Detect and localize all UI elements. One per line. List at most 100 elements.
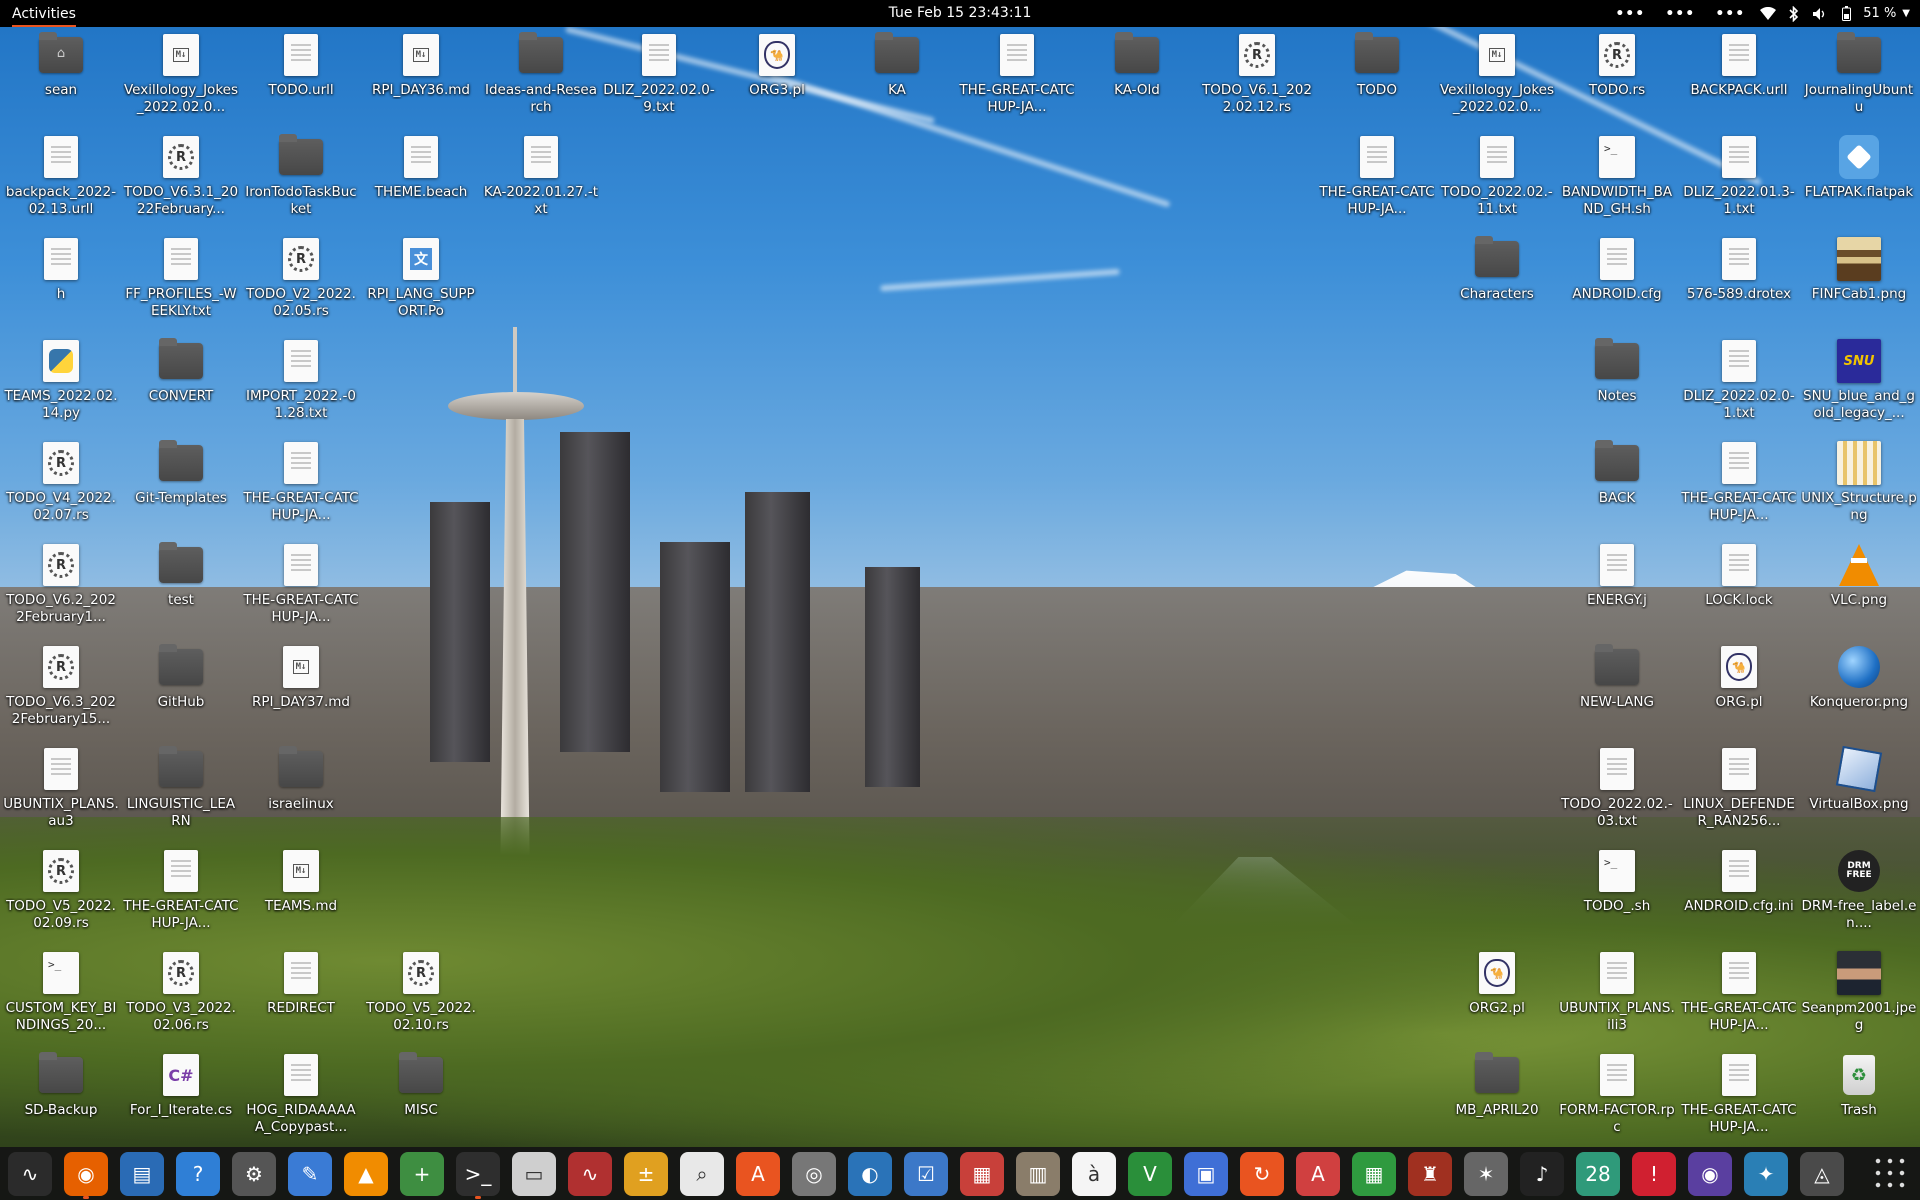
desktop-icon[interactable]: DRM FREE DRM-free_label.en.... (1800, 848, 1918, 948)
desktop-icon[interactable]: FLATPAK.flatpak (1800, 134, 1918, 234)
desktop-icon[interactable]: R TODO_V6.1_2022.02.12.rs (1198, 32, 1316, 132)
desktop-icon[interactable]: h (2, 236, 120, 336)
software-center-icon[interactable]: A (736, 1151, 780, 1196)
desktop-icon[interactable]: R TODO_V5_2022.02.09.rs (2, 848, 120, 948)
desktop-icon[interactable]: UBUNTIX_PLANS.ili3 (1558, 950, 1676, 1050)
character-map-icon[interactable]: à (1072, 1151, 1116, 1196)
update-icon[interactable]: ↻ (1240, 1151, 1284, 1196)
alert-icon[interactable]: ! (1632, 1151, 1676, 1196)
desktop-icon[interactable]: Characters (1438, 236, 1556, 336)
scanner-icon[interactable]: ✶ (1464, 1151, 1508, 1196)
help-icon[interactable]: ? (176, 1151, 220, 1196)
backup-icon[interactable]: ◬ (1800, 1151, 1844, 1196)
desktop-icon[interactable]: Seanpm2001.jpeg (1800, 950, 1918, 1050)
desktop-icon[interactable]: 576-589.drotex (1680, 236, 1798, 336)
desktop-icon[interactable]: TODO.urll (242, 32, 360, 132)
terminal-icon[interactable]: >_ (456, 1151, 500, 1199)
firefox-icon[interactable]: ◉ (64, 1151, 108, 1199)
tasks-icon[interactable]: ☑ (904, 1151, 948, 1196)
desktop-icon[interactable]: TEAMS_2022.02.14.py (2, 338, 120, 438)
volume-icon[interactable] (1807, 0, 1833, 27)
desktop-icon[interactable]: HOG_RIDAAAAAA_Copypast... (242, 1052, 360, 1152)
desktop-icon[interactable]: Ideas-and-Research (482, 32, 600, 132)
screen-icon[interactable]: ▣ (1184, 1151, 1228, 1196)
desktop-icon[interactable]: 🐪 ORG.pl (1680, 644, 1798, 744)
text-editor-icon[interactable]: ✎ (288, 1151, 332, 1196)
clock-button[interactable]: Tue Feb 15 23:43:11 (889, 5, 1032, 21)
disk-icon[interactable]: ◎ (792, 1151, 836, 1196)
desktop-icon[interactable]: KA-2022.01.27.-txt (482, 134, 600, 234)
text-document-icon[interactable]: ▤ (120, 1151, 164, 1196)
desktop-icon[interactable]: UNIX_Structure.png (1800, 440, 1918, 540)
desktop-icon[interactable]: FINFCab1.png (1800, 236, 1918, 336)
desktop-icon[interactable]: ♻ Trash (1800, 1052, 1918, 1152)
desktop-icon[interactable]: LOCK.lock (1680, 542, 1798, 642)
desktop-icon[interactable]: R TODO_V6.3_2022February15... (2, 644, 120, 744)
desktop-icon[interactable]: THE-GREAT-CATCHUP-JA... (242, 542, 360, 642)
desktop-icon[interactable]: LINGUISTIC_LEARN (122, 746, 240, 846)
desktop-icon[interactable]: BACKPACK.urll (1680, 32, 1798, 132)
screenshot-icon[interactable]: ◉ (1688, 1151, 1732, 1196)
desktop-icon[interactable]: REDIRECT (242, 950, 360, 1050)
spreadsheet-icon[interactable]: ▦ (1352, 1151, 1396, 1196)
files-icon[interactable]: ▭ (512, 1151, 556, 1196)
desktop-icon[interactable]: 🐪 ORG2.pl (1438, 950, 1556, 1050)
desktop-icon[interactable]: NEW-LANG (1558, 644, 1676, 744)
desktop-icon[interactable]: test (122, 542, 240, 642)
desktop-icon[interactable]: THE-GREAT-CATCHUP-JA... (1680, 440, 1798, 540)
desktop-icon[interactable]: KA-Old (1078, 32, 1196, 132)
desktop-icon[interactable]: SNU SNU_blue_and_gold_legacy_... (1800, 338, 1918, 438)
plus-icon[interactable]: + (400, 1151, 444, 1196)
desktop-icon[interactable]: FORM-FACTOR.rpc (1558, 1052, 1676, 1152)
desktop-icon[interactable]: THE-GREAT-CATCHUP-JA... (1318, 134, 1436, 234)
vlc-icon[interactable]: ▲ (344, 1151, 388, 1196)
desktop-icon[interactable]: M↓ TEAMS.md (242, 848, 360, 948)
desktop-icon[interactable]: 🐪 ORG3.pl (718, 32, 836, 132)
desktop-icon[interactable]: THE-GREAT-CATCHUP-JA... (242, 440, 360, 540)
desktop-icon[interactable]: DLIZ_2022.01.3-1.txt (1680, 134, 1798, 234)
desktop-icon[interactable]: ANDROID.cfg (1558, 236, 1676, 336)
desktop-icon[interactable]: Konqueror.png (1800, 644, 1918, 744)
desktop-icon[interactable]: THE-GREAT-CATCHUP-JA... (1680, 1052, 1798, 1152)
settings-icon[interactable]: ⚙ (232, 1151, 276, 1196)
chart-icon[interactable]: ∿ (568, 1151, 612, 1196)
indicator-menu-3[interactable]: ••• (1705, 6, 1755, 22)
desktop-icon[interactable]: THE-GREAT-CATCHUP-JA... (958, 32, 1076, 132)
desktop-icon[interactable]: R TODO_V6.2_2022February1... (2, 542, 120, 642)
desktop-icon[interactable]: THE-GREAT-CATCHUP-JA... (1680, 950, 1798, 1050)
desktop-icon[interactable]: VLC.png (1800, 542, 1918, 642)
activities-button[interactable]: Activities (0, 0, 88, 27)
desktop-icon[interactable]: >_ CUSTOM_KEY_BINDINGS_20... (2, 950, 120, 1050)
chevron-down-icon[interactable]: ▼ (1896, 8, 1910, 19)
music-icon[interactable]: ♪ (1520, 1151, 1564, 1196)
desktop-icon[interactable]: >_ BANDWIDTH_BAND_GH.sh (1558, 134, 1676, 234)
desktop-icon[interactable]: 文 RPI_LANG_SUPPORT.Po (362, 236, 480, 336)
desktop-icon[interactable]: >_ TODO_.sh (1558, 848, 1676, 948)
libreoffice-icon[interactable]: ◐ (848, 1151, 892, 1196)
battery-icon[interactable] (1833, 0, 1859, 27)
desktop-icon[interactable]: TODO_2022.02.-11.txt (1438, 134, 1556, 234)
desktop-icon[interactable]: ENERGY.j (1558, 542, 1676, 642)
desktop-icon[interactable]: M↓ RPI_DAY36.md (362, 32, 480, 132)
desktop-icon[interactable]: backpack_2022-02.13.urll (2, 134, 120, 234)
desktop-icon[interactable]: ANDROID.cfg.ini (1680, 848, 1798, 948)
wifi-icon[interactable] (1755, 0, 1781, 27)
desktop-icon[interactable]: KA (838, 32, 956, 132)
desktop-icon[interactable]: GitHub (122, 644, 240, 744)
game-icon[interactable]: ♜ (1408, 1151, 1452, 1196)
desktop-icon[interactable]: israelinux (242, 746, 360, 846)
battery-percent[interactable]: 51 % (1859, 6, 1896, 21)
desktop-icon[interactable]: R TODO_V6.3.1_2022February... (122, 134, 240, 234)
desktop-icon[interactable]: THE-GREAT-CATCHUP-JA... (122, 848, 240, 948)
desktop-icon[interactable]: R TODO_V5_2022.02.10.rs (362, 950, 480, 1050)
desktop-icon[interactable]: SD-Backup (2, 1052, 120, 1152)
desktop-icon[interactable]: LINUX_DEFENDER_RAN256... (1680, 746, 1798, 846)
document-viewer-icon[interactable]: ▦ (960, 1151, 1004, 1196)
desktop-icon[interactable]: BACK (1558, 440, 1676, 540)
desktop-icon[interactable]: VirtualBox.png (1800, 745, 1918, 846)
calculator-icon[interactable]: ± (624, 1151, 668, 1196)
indicator-menu-1[interactable]: ••• (1605, 6, 1655, 22)
desktop-icon[interactable]: ⌂ sean (2, 32, 120, 132)
desktop-icon[interactable]: IronTodoTaskBucket (242, 134, 360, 234)
desktop-icon[interactable]: R TODO_V2_2022.02.05.rs (242, 236, 360, 336)
